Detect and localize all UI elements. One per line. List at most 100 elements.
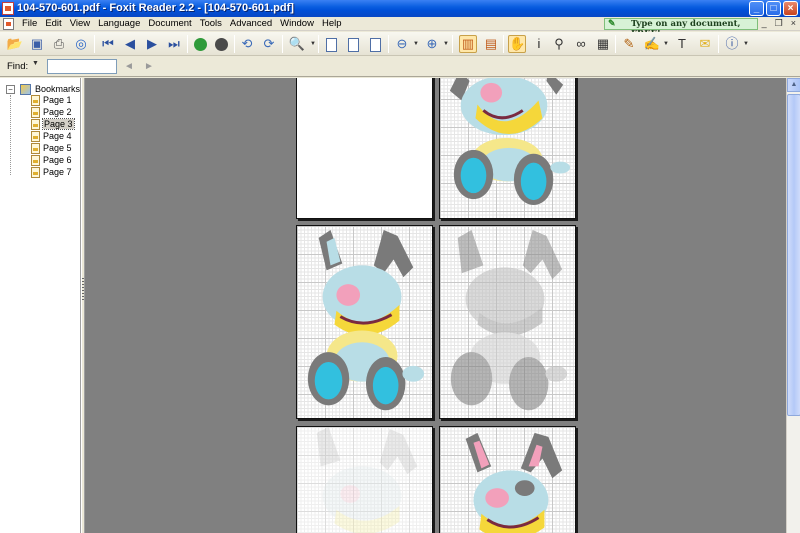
scrollbar-thumb[interactable] (787, 94, 800, 416)
zoom-dropdown-arrow[interactable]: ▼ (310, 41, 316, 47)
find-next-icon[interactable]: ► (141, 59, 157, 74)
typewriter-promo-banner[interactable]: ✎ Type on any document, FREE! (604, 18, 758, 39)
bookmarks-panel: − Bookmarks Page 1 Page 2 Page 3 Page 4 … (0, 78, 81, 533)
menu-help[interactable]: Help (318, 18, 346, 30)
menu-window[interactable]: Window (276, 18, 318, 30)
pdf-page-bunny-symbols (439, 225, 576, 419)
find-toolbar: Find: ▼ ◄ ► (0, 57, 800, 77)
bunny-pattern-illustration (450, 229, 568, 411)
bunny-pattern-illustration (316, 427, 418, 533)
zoom-out-icon[interactable]: ⊖ (393, 35, 411, 53)
app-icon[interactable] (2, 2, 14, 15)
zoom-out-dropdown-arrow[interactable]: ▼ (413, 41, 419, 47)
print-icon[interactable]: ⎙ (50, 35, 68, 53)
title-bar: 104-570-601.pdf - Foxit Reader 2.2 - [10… (0, 0, 800, 17)
tree-connector (10, 95, 11, 175)
scroll-up-arrow-icon[interactable]: ▲ (787, 78, 800, 92)
info-dropdown-arrow[interactable]: ▼ (743, 41, 749, 47)
bookmark-page-6[interactable]: Page 6 (31, 154, 72, 167)
doc-restore-button[interactable]: ❐ (775, 18, 783, 29)
fit-width-icon[interactable] (366, 35, 384, 53)
find-options-arrow[interactable]: ▼ (32, 60, 39, 67)
menu-advanced[interactable]: Advanced (226, 18, 276, 30)
find-input[interactable] (47, 59, 117, 74)
binoculars-icon[interactable]: ∞ (572, 35, 590, 53)
bookmark-page-icon (31, 107, 40, 119)
bookmarks-icon (19, 84, 31, 96)
maximize-button[interactable]: □ (766, 1, 781, 16)
bunny-pattern-illustration (449, 78, 571, 206)
bookmark-page-5[interactable]: Page 5 (31, 142, 72, 155)
actual-size-icon[interactable] (322, 35, 340, 53)
menu-document[interactable]: Document (144, 18, 195, 30)
document-window-controls: _ ❐ × (762, 18, 796, 29)
close-button[interactable]: × (783, 1, 798, 16)
pdf-page-bunny-color-top (439, 426, 576, 533)
go-back-icon[interactable] (191, 35, 209, 53)
bookmark-page-icon (31, 155, 40, 167)
zoom-icon[interactable]: 🔍 (288, 35, 306, 53)
zoom-in-icon[interactable]: ⊕ (423, 35, 441, 53)
menu-view[interactable]: View (66, 18, 94, 30)
highlight-icon[interactable]: ✍ (643, 35, 661, 53)
fit-page-icon[interactable] (344, 35, 362, 53)
bookmark-page-icon (31, 131, 40, 143)
window-controls: _ □ × (749, 1, 798, 16)
first-page-icon[interactable]: ⏮ (99, 35, 117, 53)
open-folder-icon[interactable]: 📂 (6, 35, 24, 53)
bunny-pattern-illustration (465, 432, 563, 533)
doc-minimize-button[interactable]: _ (762, 18, 767, 29)
menu-language[interactable]: Language (94, 18, 144, 30)
zoom-in-dropdown-arrow[interactable]: ▼ (443, 41, 449, 47)
find-previous-icon[interactable]: ◄ (121, 59, 137, 74)
single-page-icon[interactable]: ▤ (482, 35, 500, 53)
main-toolbar: 📂 ▣ ⎙ ◎ ⏮ ◀ ▶ ⏭ ⟲ ⟳ 🔍 ▼ ⊖ ▼ ⊕ ▼ ▥ ▤ ✋ Ꭵ … (0, 32, 800, 56)
bunny-pattern-illustration (307, 229, 425, 411)
pdf-page-bunny-color (296, 225, 433, 419)
bookmarks-root-label: Bookmarks (35, 84, 81, 94)
bookmark-page-2[interactable]: Page 2 (31, 106, 72, 119)
doc-close-button[interactable]: × (791, 18, 796, 29)
collapse-toggle-icon[interactable]: − (6, 85, 15, 95)
document-icon[interactable] (3, 18, 14, 30)
bookmark-page-3[interactable]: Page 3 (31, 118, 75, 131)
minimize-button[interactable]: _ (749, 1, 764, 16)
pdf-page-bunny-color-bottom (439, 78, 576, 219)
info-icon[interactable]: ⓘ (723, 35, 741, 53)
bookmark-page-icon (31, 167, 40, 179)
find-icon[interactable]: ⚲ (550, 35, 568, 53)
find-label: Find: (7, 61, 29, 72)
bookmark-page-icon (31, 119, 40, 131)
menu-bar: File Edit View Language Document Tools A… (0, 17, 800, 39)
pdf-page-blank (296, 78, 433, 219)
last-page-icon[interactable]: ⏭ (165, 35, 183, 53)
snapshot-icon[interactable]: ▦ (594, 35, 612, 53)
save-icon[interactable]: ▣ (28, 35, 46, 53)
bookmark-page-4[interactable]: Page 4 (31, 130, 72, 143)
menu-edit[interactable]: Edit (41, 18, 65, 30)
menu-file[interactable]: File (18, 18, 41, 30)
vertical-scrollbar[interactable]: ▲ (786, 78, 800, 533)
rotate-left-icon[interactable]: ⟲ (238, 35, 256, 53)
go-forward-icon[interactable] (212, 35, 230, 53)
text-tool-icon[interactable]: T (673, 35, 691, 53)
bookmark-page-7[interactable]: Page 7 (31, 166, 72, 179)
window-title: 104-570-601.pdf - Foxit Reader 2.2 - [10… (17, 2, 294, 14)
email-icon[interactable]: ◎ (72, 35, 90, 53)
typewriter-icon[interactable]: ✎ (620, 35, 638, 53)
menu-tools[interactable]: Tools (196, 18, 226, 30)
bookmark-page-icon (31, 95, 40, 107)
continuous-facing-icon[interactable]: ▥ (459, 35, 477, 53)
pen-icon: ✎ (608, 19, 616, 29)
rotate-right-icon[interactable]: ⟳ (260, 35, 278, 53)
bookmark-page-icon (31, 143, 40, 155)
select-text-icon[interactable]: Ꭵ (530, 35, 548, 53)
highlight-dropdown-arrow[interactable]: ▼ (663, 41, 669, 47)
pdf-page-bunny-faint (296, 426, 433, 533)
document-view[interactable] (85, 78, 786, 533)
bookmark-page-1[interactable]: Page 1 (31, 94, 72, 107)
next-page-icon[interactable]: ▶ (143, 35, 161, 53)
hand-tool-icon[interactable]: ✋ (508, 35, 526, 53)
note-icon[interactable]: ✉ (696, 35, 714, 53)
previous-page-icon[interactable]: ◀ (121, 35, 139, 53)
